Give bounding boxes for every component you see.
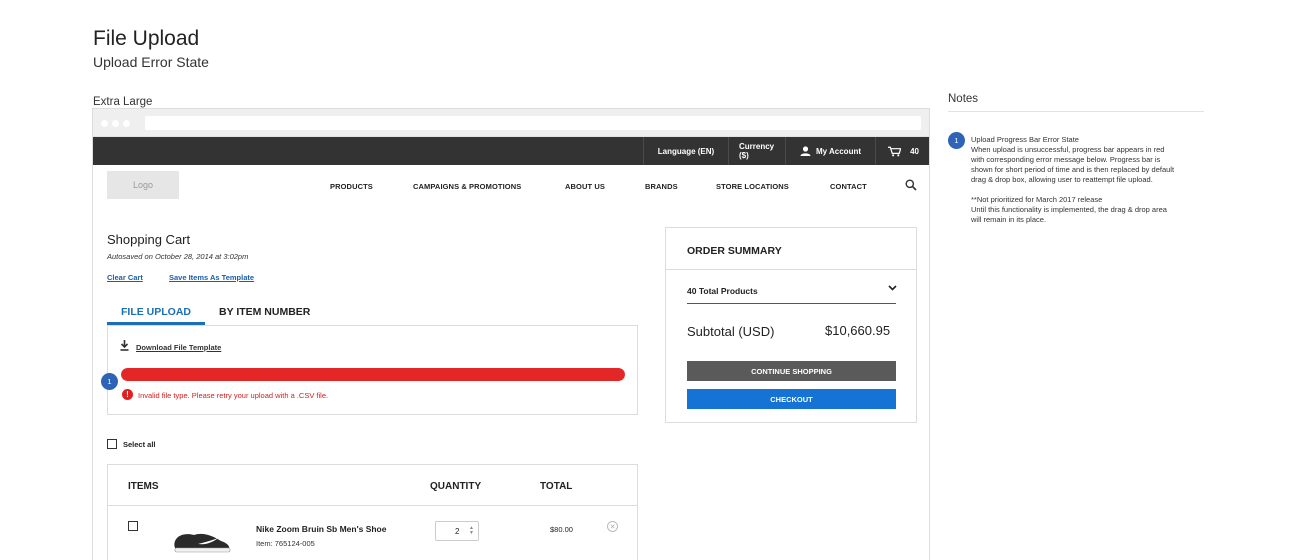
download-template-link[interactable]: Download File Template xyxy=(136,343,221,352)
products-underline xyxy=(687,303,896,304)
window-dot-icon xyxy=(112,120,119,127)
save-template-link[interactable]: Save Items As Template xyxy=(169,273,254,282)
viewport-label: Extra Large xyxy=(93,96,153,108)
annotation-marker: 1 xyxy=(101,373,118,390)
notes-title: Notes xyxy=(948,93,979,105)
continue-shopping-button[interactable]: CONTINUE SHOPPING xyxy=(687,361,896,381)
note-line: When upload is unsuccessful, progress ba… xyxy=(971,145,1165,154)
column-header-items: ITEMS xyxy=(128,481,159,492)
window-dot-icon xyxy=(101,120,108,127)
note-text: Upload Progress Bar Error State When upl… xyxy=(971,135,1211,225)
nav-brands[interactable]: BRANDS xyxy=(645,182,678,191)
user-icon xyxy=(800,146,811,156)
select-all-checkbox[interactable] xyxy=(107,439,117,449)
my-account-label: My Account xyxy=(815,146,862,156)
upload-panel: Download File Template ! Invalid file ty… xyxy=(107,325,638,415)
chevron-down-icon[interactable] xyxy=(888,285,897,291)
notes-divider xyxy=(948,111,1204,112)
stepper-arrows-icon[interactable]: ▲ ▼ xyxy=(469,526,474,536)
nav-contact[interactable]: CONTACT xyxy=(830,182,867,191)
utility-bar: Language (EN) Currency ($) My Account 40 xyxy=(93,137,929,165)
upload-error-message: Invalid file type. Please retry your upl… xyxy=(138,391,329,400)
quantity-stepper[interactable]: 2 ▲ ▼ xyxy=(435,521,479,541)
cart-title: Shopping Cart xyxy=(107,232,191,247)
window-dot-icon xyxy=(123,120,130,127)
product-name[interactable]: Nike Zoom Bruin Sb Men's Shoe xyxy=(256,524,386,534)
summary-divider xyxy=(666,269,916,270)
items-table: ITEMS QUANTITY TOTAL Nike Zoom Bruin Sb … xyxy=(107,464,638,560)
checkout-button[interactable]: CHECKOUT xyxy=(687,389,896,409)
autosaved-text: Autosaved on October 28, 2014 at 3:02pm xyxy=(107,252,249,261)
note-line: shown for short period of time and is th… xyxy=(971,165,1175,174)
currency-selector[interactable]: Currency ($) xyxy=(728,137,785,165)
nav-store-locations[interactable]: STORE LOCATIONS xyxy=(716,182,789,191)
note-line: drag & drop box, allowing user to reatte… xyxy=(971,175,1153,184)
order-summary: ORDER SUMMARY 40 Total Products Subtotal… xyxy=(665,227,917,423)
main-navigation: Logo PRODUCTS CAMPAIGNS & PROMOTIONS ABO… xyxy=(93,165,929,207)
order-summary-title: ORDER SUMMARY xyxy=(687,245,782,257)
shoe-image xyxy=(174,533,231,553)
column-header-quantity: QUANTITY xyxy=(430,481,482,492)
total-products-toggle[interactable]: 40 Total Products xyxy=(687,286,758,296)
note-line: will remain in its place. xyxy=(971,215,1047,224)
my-account-link[interactable]: My Account xyxy=(785,137,875,165)
upload-progress-bar xyxy=(121,368,625,381)
select-all-label: Select all xyxy=(123,440,156,449)
header-divider xyxy=(108,505,637,506)
note-line: **Not prioritized for March 2017 release xyxy=(971,195,1103,204)
search-icon[interactable] xyxy=(905,179,917,191)
product-total: $80.00 xyxy=(550,525,573,534)
browser-frame: Language (EN) Currency ($) My Account 40… xyxy=(92,108,930,560)
remove-item-icon[interactable]: ✕ xyxy=(607,521,618,532)
note-marker: 1 xyxy=(948,132,965,149)
cart-icon xyxy=(888,146,902,156)
language-selector[interactable]: Language (EN) xyxy=(643,137,728,165)
nav-products[interactable]: PRODUCTS xyxy=(330,182,373,191)
nav-about-us[interactable]: ABOUT US xyxy=(565,182,605,191)
download-icon xyxy=(120,340,129,351)
product-item-number: Item: 765124-005 xyxy=(256,539,315,548)
subtotal-value: $10,660.95 xyxy=(825,323,891,338)
note-line: with corresponding error message below. … xyxy=(971,155,1161,164)
browser-chrome xyxy=(93,109,929,137)
page-subtitle: Upload Error State xyxy=(93,54,209,70)
tab-by-item-number[interactable]: BY ITEM NUMBER xyxy=(219,306,310,318)
note-line: Until this functionality is implemented,… xyxy=(971,205,1167,214)
tab-file-upload[interactable]: FILE UPLOAD xyxy=(121,306,191,318)
logo[interactable]: Logo xyxy=(107,171,179,199)
page-title: File Upload xyxy=(93,27,200,50)
error-icon: ! xyxy=(122,389,133,400)
cart-count: 40 xyxy=(910,146,919,156)
upload-progress-fill xyxy=(121,368,625,381)
quantity-value: 2 xyxy=(455,526,460,536)
address-bar[interactable] xyxy=(145,116,921,130)
note-heading: Upload Progress Bar Error State xyxy=(971,135,1079,144)
nav-campaigns-promotions[interactable]: CAMPAIGNS & PROMOTIONS xyxy=(413,182,521,191)
column-header-total: TOTAL xyxy=(540,481,573,492)
clear-cart-link[interactable]: Clear Cart xyxy=(107,273,143,282)
cart-link[interactable]: 40 xyxy=(875,137,929,165)
row-checkbox[interactable] xyxy=(128,521,138,531)
subtotal-label: Subtotal (USD) xyxy=(687,324,775,339)
note-spacer xyxy=(971,185,1211,195)
